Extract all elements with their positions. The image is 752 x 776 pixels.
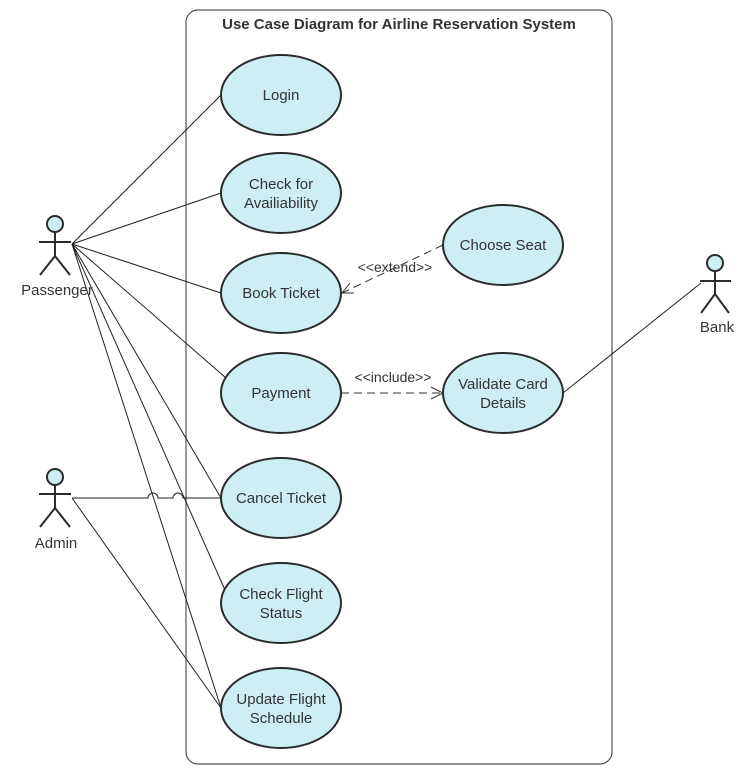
use-case-label: Schedule — [250, 710, 313, 727]
actor-label: Bank — [700, 319, 735, 336]
use-case-payment[interactable]: Payment — [220, 352, 342, 434]
actor-passenger[interactable]: Passenger — [21, 215, 93, 299]
use-case-validate-card[interactable]: Validate Card Details — [442, 352, 564, 434]
use-case-book-ticket[interactable]: Book Ticket — [220, 252, 342, 334]
use-case-label: Payment — [251, 385, 311, 402]
actor-admin[interactable]: Admin — [35, 468, 78, 552]
association-passenger-payment[interactable] — [71, 243, 227, 379]
use-case-label: Book Ticket — [242, 285, 320, 302]
actor-head-icon — [706, 254, 724, 272]
actor-label: Admin — [35, 535, 78, 552]
use-case-label: Check Flight — [239, 586, 323, 603]
include-label: <<include>> — [354, 369, 431, 385]
extend-relationship[interactable]: <<extend>> — [340, 244, 444, 294]
use-case-choose-seat[interactable]: Choose Seat — [442, 204, 564, 286]
use-case-label: Login — [263, 87, 300, 104]
use-case-diagram: Use Case Diagram for Airline Reservation… — [21, 9, 735, 765]
association-passenger-login[interactable] — [71, 94, 222, 245]
include-relationship[interactable]: <<include>> — [341, 369, 445, 400]
association-passenger-cancel-ticket[interactable] — [71, 243, 222, 499]
association-bank-validate-card[interactable] — [562, 282, 702, 394]
association-admin-cancel-ticket[interactable] — [72, 492, 221, 499]
use-case-label: Update Flight — [236, 691, 326, 708]
extend-arrowhead — [340, 282, 354, 294]
association-passenger-book-ticket[interactable] — [71, 243, 222, 294]
extend-label: <<extend>> — [358, 259, 433, 275]
use-case-label: Details — [480, 395, 526, 412]
use-case-cancel-ticket[interactable]: Cancel Ticket — [220, 457, 342, 539]
use-case-label: Validate Card — [458, 376, 548, 393]
actor-label: Passenger — [21, 282, 93, 299]
actor-head-icon — [46, 215, 64, 233]
actor-head-icon — [46, 468, 64, 486]
use-case-label: Status — [260, 605, 303, 622]
use-case-update-flight-schedule[interactable]: Update Flight Schedule — [220, 667, 342, 749]
use-case-check-flight-status[interactable]: Check Flight Status — [220, 562, 342, 644]
use-case-check-availability[interactable]: Check for Availiability — [220, 152, 342, 234]
use-case-label: Check for — [249, 176, 313, 193]
association-passenger-check-availability[interactable] — [71, 192, 222, 245]
use-case-label: Choose Seat — [460, 237, 548, 254]
use-case-login[interactable]: Login — [220, 54, 342, 136]
use-case-label: Availiability — [244, 195, 318, 212]
use-case-label: Cancel Ticket — [236, 490, 327, 507]
association-passenger-check-flight-status[interactable] — [71, 243, 226, 591]
diagram-title: Use Case Diagram for Airline Reservation… — [222, 16, 576, 33]
actor-bank[interactable]: Bank — [700, 254, 735, 336]
associations — [71, 94, 702, 709]
association-passenger-update-flight-schedule[interactable] — [71, 243, 222, 709]
